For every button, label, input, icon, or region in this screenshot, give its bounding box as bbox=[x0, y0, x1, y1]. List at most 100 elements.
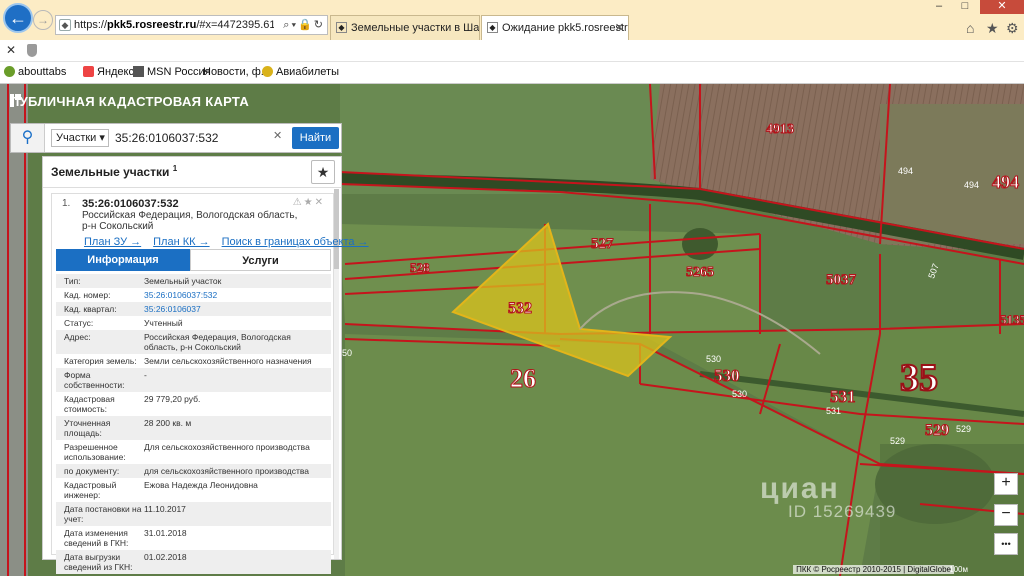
back-arrow-icon[interactable]: ← bbox=[3, 3, 33, 33]
attribute-value: 31.01.2018 bbox=[144, 528, 187, 538]
airplane-icon bbox=[262, 66, 273, 77]
attribute-value: Учтенный bbox=[144, 318, 183, 328]
attribute-key: Адрес: bbox=[64, 332, 91, 342]
results-panel: Земельные участки 1 ★ 1. 35:26:0106037:5… bbox=[42, 156, 369, 574]
parcel-links: План ЗУ → План КК → Поиск в границах объек… bbox=[84, 236, 381, 248]
parcel-label: 494 bbox=[898, 166, 914, 176]
address-actions[interactable]: ⌕▾🔒↻ bbox=[283, 16, 325, 34]
attribute-key: Категория земель: bbox=[64, 356, 137, 366]
attribute-value: 28 200 кв. м bbox=[144, 418, 192, 428]
map-attribution: ПКК © Росреестр 2010-2015 | DigitalGlobe bbox=[793, 565, 954, 574]
bookmark-star-icon[interactable]: ★ bbox=[311, 160, 335, 184]
pkk-logo-icon bbox=[10, 94, 21, 107]
search-icon[interactable]: ⚲ bbox=[11, 124, 45, 152]
parcel-label: 527 bbox=[591, 236, 614, 253]
watermark-id: ID 15269439 bbox=[788, 502, 897, 521]
parcel-label: 529 bbox=[925, 422, 950, 440]
parcel-label-selected: 532 bbox=[508, 300, 533, 318]
cadastral-map[interactable]: ПУБЛИЧНАЯ КАДАСТРОВАЯ КАРТА ⚲ Участки ▾ … bbox=[0, 84, 1024, 576]
maximize-button[interactable]: □ bbox=[954, 0, 976, 14]
settings-gear-icon[interactable]: ⚙ bbox=[1006, 20, 1019, 37]
attribute-row: Дата выгрузки сведений из ГКН: 01.02.2018 bbox=[56, 550, 331, 574]
search-bar: ⚲ Участки ▾ ✕ Найти bbox=[10, 123, 342, 153]
search-button[interactable]: Найти bbox=[292, 127, 339, 149]
attribute-row: Форма собственности: - bbox=[56, 368, 331, 392]
attribute-key: Уточненная площадь: bbox=[64, 418, 111, 438]
favorite-abouttabs[interactable]: abouttabs bbox=[4, 66, 66, 78]
close-icon[interactable]: ✕ bbox=[6, 43, 16, 57]
minimize-button[interactable]: – bbox=[928, 0, 950, 14]
attribute-value[interactable]: 35:26:0106037 bbox=[144, 304, 324, 314]
attribute-key: по документу: bbox=[64, 466, 120, 476]
attribute-value: 11.10.2017 bbox=[144, 504, 186, 514]
zoom-out-button[interactable]: − bbox=[994, 504, 1018, 526]
attribute-key: Кад. номер: bbox=[64, 290, 111, 300]
home-icon[interactable]: ⌂ bbox=[966, 20, 974, 36]
favorite-yandex[interactable]: Яндекс bbox=[83, 66, 134, 78]
search-in-bounds-link[interactable]: Поиск в границах объекта → bbox=[222, 236, 369, 248]
site-favicon-icon: ◆ bbox=[59, 19, 71, 31]
plan-kk-link[interactable]: План КК → bbox=[153, 236, 209, 248]
watermark: циан bbox=[760, 472, 840, 505]
attribute-value: Земельный участок bbox=[144, 276, 222, 286]
parcel-label: 494 bbox=[992, 172, 1020, 193]
favorite-msn[interactable]: MSN Россия bbox=[133, 66, 211, 78]
card-actions[interactable]: ⚠★✕ bbox=[293, 197, 325, 208]
favorite-avia[interactable]: Авиабилеты bbox=[262, 66, 339, 78]
favorites-icon bbox=[4, 66, 15, 77]
district-label: 35 bbox=[899, 356, 939, 400]
attribute-value: - bbox=[144, 370, 147, 380]
tab-pkk5[interactable]: ◆ Ожидание pkk5.rosreestr.ru ✕ bbox=[481, 15, 629, 40]
attribute-value[interactable]: 35:26:0106037:532 bbox=[144, 290, 324, 300]
close-window-button[interactable]: ✕ bbox=[980, 0, 1024, 14]
search-type-select[interactable]: Участки ▾ bbox=[51, 129, 109, 147]
attribute-key: Кадастровый инженер: bbox=[64, 480, 117, 500]
zoom-in-button[interactable]: + bbox=[994, 473, 1018, 495]
attribute-row: Разрешенное использование: Для сельскохоз… bbox=[56, 440, 331, 464]
attribute-row: Дата изменения сведений в ГКН: 31.01.2018 bbox=[56, 526, 331, 550]
parcel-label: 531 bbox=[826, 406, 842, 416]
parcel-label: 494 bbox=[964, 180, 980, 190]
parcel-label: 528 bbox=[410, 260, 430, 276]
address-bar[interactable]: ◆ https://pkk5.rosreestr.ru/#x=4472395.6… bbox=[55, 15, 328, 35]
attribute-row: Кадастровый инженер: Ежова Надежда Леонид… bbox=[56, 478, 331, 502]
tab-favicon-icon: ◆ bbox=[487, 22, 498, 33]
attribute-key: Дата выгрузки сведений из ГКН: bbox=[64, 552, 133, 572]
attribute-key: Дата изменения сведений в ГКН: bbox=[64, 528, 129, 548]
tab-services[interactable]: Услуги bbox=[190, 249, 331, 271]
panel-heading: Земельные участки 1 bbox=[51, 164, 178, 179]
forward-arrow-icon[interactable]: → bbox=[33, 10, 53, 30]
search-input[interactable] bbox=[115, 128, 285, 148]
command-bar: ✕ bbox=[0, 40, 1024, 62]
parcel-label: 4913 bbox=[766, 122, 795, 138]
parcel-label: 5037 bbox=[826, 272, 857, 289]
favorites-star-icon[interactable]: ★ bbox=[986, 20, 999, 37]
more-tools-button[interactable]: ••• bbox=[994, 533, 1018, 555]
browser-toolbar: ← → ◆ https://pkk5.rosreestr.ru/#x=44723… bbox=[0, 0, 1024, 40]
attribute-row: Кадастровая стоимость: 29 779,20 руб. bbox=[56, 392, 331, 416]
attribute-row: Тип: Земельный участок bbox=[56, 274, 331, 288]
parcel-label: 5265 bbox=[686, 265, 715, 281]
tab-info[interactable]: Информация bbox=[56, 249, 190, 271]
parcel-cadastral-id[interactable]: 35:26:0106037:532 bbox=[82, 198, 179, 210]
parcel-card: 1. 35:26:0106037:532 Российская Федераци… bbox=[51, 193, 369, 574]
parcel-address: Российская Федерация, Вологодская област… bbox=[82, 210, 298, 232]
map-scale: 100м bbox=[949, 565, 968, 574]
favorite-news[interactable]: Новости, ф... bbox=[203, 66, 270, 78]
attribute-value: 29 779,20 руб. bbox=[144, 394, 201, 404]
attribute-key: Дата постановки на учет: bbox=[64, 504, 142, 524]
attribute-key: Разрешенное использование: bbox=[64, 442, 126, 462]
card-tabs: Информация Услуги bbox=[56, 249, 331, 271]
attribute-row: Адрес: Российская Федерация, Вологодская … bbox=[56, 330, 331, 354]
tab-land-plots[interactable]: ◆ Земельные участки в Шахунь... bbox=[330, 15, 480, 40]
tab-close-icon[interactable]: ✕ bbox=[615, 16, 624, 40]
parcel-label: 530 bbox=[706, 354, 722, 364]
address-url[interactable]: https://pkk5.rosreestr.ru/#x=4472395.616… bbox=[74, 16, 274, 34]
attribute-row: Уточненная площадь: 28 200 кв. м bbox=[56, 416, 331, 440]
plan-zu-link[interactable]: План ЗУ → bbox=[84, 236, 141, 248]
result-index: 1. bbox=[62, 198, 71, 209]
clear-search-icon[interactable]: ✕ bbox=[273, 129, 282, 142]
block-label: 26 bbox=[510, 364, 537, 394]
attribute-key: Статус: bbox=[64, 318, 94, 328]
parcel-label: 5135 bbox=[1000, 312, 1024, 328]
